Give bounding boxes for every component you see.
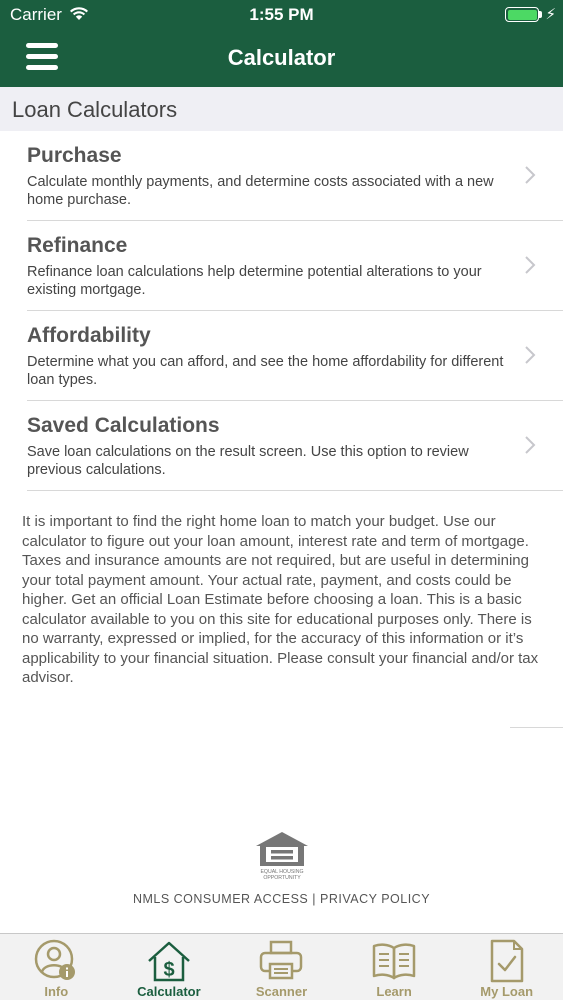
list-item-purchase[interactable]: Purchase Calculate monthly payments, and… xyxy=(27,131,563,221)
chevron-right-icon xyxy=(525,346,536,364)
disclaimer-text: It is important to find the right home l… xyxy=(22,513,539,686)
item-title: Purchase xyxy=(27,144,122,167)
list-item-affordability[interactable]: Affordability Determine what you can aff… xyxy=(27,311,563,401)
section-title: Loan Calculators xyxy=(12,97,178,122)
section-header: Loan Calculators xyxy=(0,87,563,131)
battery-icon xyxy=(505,7,539,22)
chevron-right-icon xyxy=(525,166,536,184)
calculator-list: Purchase Calculate monthly payments, and… xyxy=(0,131,563,491)
footer-links: NMLS CONSUMER ACCESS | PRIVACY POLICY xyxy=(0,892,563,906)
item-description: Refinance loan calculations help determi… xyxy=(27,264,482,298)
chevron-right-icon xyxy=(525,436,536,454)
footer-separator: | xyxy=(312,892,316,906)
tab-calculator[interactable]: $ Calculator xyxy=(113,934,226,1000)
divider xyxy=(510,727,563,728)
tab-label: Calculator xyxy=(137,984,201,999)
tab-label: Learn xyxy=(376,984,412,999)
tab-label: My Loan xyxy=(480,984,534,999)
printer-icon xyxy=(260,940,303,980)
charging-bolt-icon: ⚡ xyxy=(545,6,556,23)
item-title: Refinance xyxy=(27,234,128,257)
battery-tip xyxy=(539,11,542,18)
tab-bar: Info $ Calculator Scanner Learn My Loan xyxy=(0,933,563,1000)
svg-text:$: $ xyxy=(163,959,174,981)
tab-label: Scanner xyxy=(255,984,308,999)
nmls-consumer-access-link[interactable]: NMLS CONSUMER ACCESS xyxy=(133,892,308,906)
open-book-icon xyxy=(372,943,416,980)
status-time: 1:55 PM xyxy=(249,5,314,24)
tab-info[interactable]: Info xyxy=(0,934,113,1000)
list-item-saved-calculations[interactable]: Saved Calculations Save loan calculation… xyxy=(27,401,563,491)
item-description: Save loan calculations on the result scr… xyxy=(27,444,469,478)
equal-housing-opportunity-logo: EQUAL HOUSING OPPORTUNITY xyxy=(256,832,308,881)
document-check-icon xyxy=(490,939,523,983)
privacy-policy-link[interactable]: PRIVACY POLICY xyxy=(320,892,430,906)
tab-learn[interactable]: Learn xyxy=(338,934,451,1000)
item-title: Saved Calculations xyxy=(27,414,220,437)
page-title: Calculator xyxy=(227,45,336,70)
item-title: Affordability xyxy=(27,324,151,347)
tab-scanner[interactable]: Scanner xyxy=(225,934,338,1000)
logo-text-line2: OPPORTUNITY xyxy=(263,875,301,881)
app-header: Carrier 1:55 PM ⚡ Calculator xyxy=(0,0,563,87)
item-description: Calculate monthly payments, and determin… xyxy=(27,174,494,208)
house-dollar-icon: $ xyxy=(148,941,190,982)
chevron-right-icon xyxy=(525,256,536,274)
tab-my-loan[interactable]: My Loan xyxy=(450,934,563,1000)
item-description: Determine what you can afford, and see t… xyxy=(27,354,504,388)
tab-label: Info xyxy=(44,984,69,999)
list-item-refinance[interactable]: Refinance Refinance loan calculations he… xyxy=(27,221,563,311)
user-info-icon xyxy=(35,939,76,980)
status-bar: Carrier 1:55 PM ⚡ xyxy=(0,0,563,30)
